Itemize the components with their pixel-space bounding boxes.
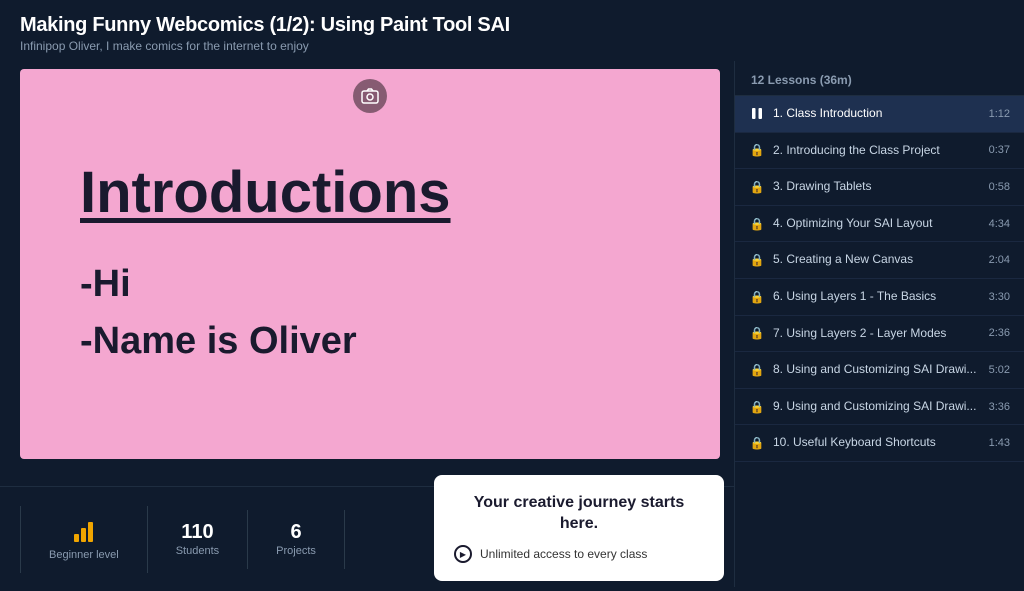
lesson-duration: 3:36 xyxy=(989,401,1010,413)
lock-icon: 🔒 xyxy=(749,180,765,194)
lesson-title: 2. Introducing the Class Project xyxy=(773,143,981,159)
lesson-item[interactable]: 🔒 10. Useful Keyboard Shortcuts 1:43 xyxy=(735,425,1024,462)
lesson-item[interactable]: 🔒 9. Using and Customizing SAI Drawi... … xyxy=(735,389,1024,426)
stat-beginner-label: Beginner level xyxy=(49,549,119,561)
lesson-duration: 0:58 xyxy=(989,181,1010,193)
lock-icon: 🔒 xyxy=(749,326,765,340)
video-slide: Introductions -Hi-Name is Oliver xyxy=(20,69,720,459)
lesson-title: 8. Using and Customizing SAI Drawi... xyxy=(773,362,981,378)
cta-feature: ▶ Unlimited access to every class xyxy=(454,545,704,563)
lessons-sidebar[interactable]: 12 Lessons (36m) 1. Class Introduction 1… xyxy=(734,61,1024,587)
lesson-item[interactable]: 🔒 5. Creating a New Canvas 2:04 xyxy=(735,242,1024,279)
lesson-duration: 2:36 xyxy=(989,327,1010,339)
slide-title: Introductions xyxy=(80,159,451,226)
lesson-duration: 2:04 xyxy=(989,254,1010,266)
pause-icon xyxy=(749,107,765,120)
lesson-title: 6. Using Layers 1 - The Basics xyxy=(773,289,981,305)
lock-icon: 🔒 xyxy=(749,436,765,450)
lesson-title: 4. Optimizing Your SAI Layout xyxy=(773,216,981,232)
page-header: Making Funny Webcomics (1/2): Using Pain… xyxy=(0,0,1024,61)
lesson-duration: 5:02 xyxy=(989,364,1010,376)
stat-projects-value: 6 xyxy=(290,522,301,542)
cta-feature-text: Unlimited access to every class xyxy=(480,547,647,561)
lesson-item[interactable]: 🔒 8. Using and Customizing SAI Drawi... … xyxy=(735,352,1024,389)
lesson-item[interactable]: 🔒 6. Using Layers 1 - The Basics 3:30 xyxy=(735,279,1024,316)
lock-icon: 🔒 xyxy=(749,290,765,304)
lesson-title: 1. Class Introduction xyxy=(773,106,981,122)
lesson-title: 9. Using and Customizing SAI Drawi... xyxy=(773,399,981,415)
cta-card: Your creative journey starts here. ▶ Unl… xyxy=(434,475,724,581)
lesson-title: 3. Drawing Tablets xyxy=(773,179,981,195)
stat-beginner: Beginner level xyxy=(20,506,148,573)
lesson-item[interactable]: 🔒 4. Optimizing Your SAI Layout 4:34 xyxy=(735,206,1024,243)
stat-projects-label: Projects xyxy=(276,545,316,557)
lesson-item[interactable]: 1. Class Introduction 1:12 xyxy=(735,96,1024,133)
cta-title: Your creative journey starts here. xyxy=(454,493,704,535)
lock-icon: 🔒 xyxy=(749,253,765,267)
bar-chart-icon xyxy=(74,518,93,542)
lock-icon: 🔒 xyxy=(749,400,765,414)
stat-projects: 6 Projects xyxy=(248,510,345,569)
lesson-duration: 1:12 xyxy=(989,108,1010,120)
lock-icon: 🔒 xyxy=(749,363,765,377)
lesson-title: 7. Using Layers 2 - Layer Modes xyxy=(773,326,981,342)
lesson-item[interactable]: 🔒 3. Drawing Tablets 0:58 xyxy=(735,169,1024,206)
lesson-duration: 0:37 xyxy=(989,144,1010,156)
lock-icon: 🔒 xyxy=(749,143,765,157)
stat-students-label: Students xyxy=(176,545,219,557)
play-circle-icon: ▶ xyxy=(454,545,472,563)
lesson-item[interactable]: 🔒 2. Introducing the Class Project 0:37 xyxy=(735,133,1024,170)
sidebar-header: 12 Lessons (36m) xyxy=(735,61,1024,96)
screenshot-icon[interactable] xyxy=(353,79,387,113)
lesson-duration: 4:34 xyxy=(989,218,1010,230)
lesson-title: 10. Useful Keyboard Shortcuts xyxy=(773,435,981,451)
lesson-item[interactable]: 🔒 7. Using Layers 2 - Layer Modes 2:36 xyxy=(735,316,1024,353)
lesson-title: 5. Creating a New Canvas xyxy=(773,252,981,268)
slide-text: -Hi-Name is Oliver xyxy=(80,256,357,370)
stat-students-value: 110 xyxy=(181,522,213,542)
page-subtitle: Infinipop Oliver, I make comics for the … xyxy=(20,39,1004,53)
lesson-duration: 3:30 xyxy=(989,291,1010,303)
stat-students: 110 Students xyxy=(148,510,248,569)
page-title: Making Funny Webcomics (1/2): Using Pain… xyxy=(20,14,1004,37)
video-player[interactable]: Introductions -Hi-Name is Oliver xyxy=(20,69,720,459)
lock-icon: 🔒 xyxy=(749,217,765,231)
lesson-duration: 1:43 xyxy=(989,437,1010,449)
